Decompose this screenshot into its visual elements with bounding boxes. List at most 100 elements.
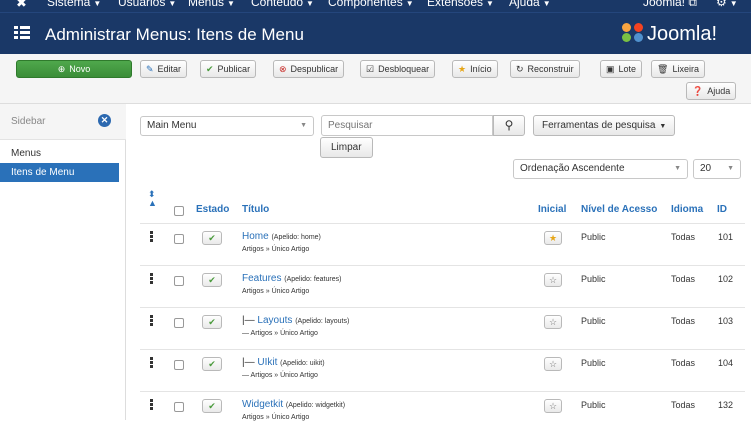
- edit-button[interactable]: ✎ Editar: [140, 60, 188, 78]
- header-title[interactable]: Título: [242, 204, 269, 215]
- rebuild-button[interactable]: ↻ Reconstruir: [510, 60, 580, 78]
- table-row: ✔ Features (Apelido: features) Artigos »…: [140, 265, 745, 307]
- drag-handle-icon[interactable]: [150, 357, 153, 368]
- joomla-menu-icon[interactable]: ✖: [16, 0, 27, 11]
- button-label: Desbloquear: [378, 64, 430, 74]
- menu-ajuda[interactable]: Ajuda ▼: [509, 0, 551, 9]
- row-checkbox[interactable]: [174, 360, 184, 370]
- search-tools-button[interactable]: Ferramentas de pesquisa ▼: [533, 115, 676, 136]
- row-checkbox[interactable]: [174, 402, 184, 412]
- unlock-button[interactable]: ☑ Desbloquear: [360, 60, 436, 78]
- caret-down-icon: ▼: [486, 0, 494, 8]
- question-icon: ❓: [692, 86, 704, 96]
- page-title: Administrar Menus: Itens de Menu: [45, 25, 304, 44]
- sort-icon[interactable]: ⬍ ▲: [148, 190, 157, 208]
- limit-select[interactable]: 20 ▼: [693, 159, 741, 179]
- star-outline-icon: ☆: [548, 275, 558, 285]
- chevron-down-icon: ▼: [300, 122, 307, 129]
- published-toggle[interactable]: ✔: [202, 315, 222, 329]
- plus-circle-icon: ⊕: [57, 64, 66, 74]
- edit-icon: ✎: [146, 64, 154, 74]
- sidebar-item-menu-items[interactable]: Itens de Menu: [0, 163, 119, 182]
- drag-handle-icon[interactable]: [150, 399, 153, 410]
- help-button[interactable]: ❓ Ajuda: [686, 82, 737, 100]
- default-home-toggle[interactable]: ☆: [544, 399, 562, 413]
- menu-usuarios[interactable]: Usuários ▼: [118, 0, 176, 9]
- item-alias: (Apelido: layouts): [295, 318, 350, 325]
- ordering-select[interactable]: Ordenação Ascendente ▼: [513, 159, 688, 179]
- header-status[interactable]: Estado: [196, 204, 229, 215]
- published-toggle[interactable]: ✔: [202, 231, 222, 245]
- gear-icon[interactable]: ⚙ ▼: [716, 0, 738, 9]
- view-site-link[interactable]: Joomla! ⧉: [643, 0, 697, 10]
- trash-button[interactable]: 🗑 Lixeira: [651, 60, 705, 78]
- sidebar-title: Sidebar: [11, 116, 46, 127]
- home-button[interactable]: ★ Início: [452, 60, 498, 78]
- menu-sistema[interactable]: Sistema ▼: [47, 0, 101, 9]
- item-title-link[interactable]: Widgetkit: [242, 399, 283, 410]
- page-header: Administrar Menus: Itens de Menu Joomla!: [0, 12, 751, 54]
- star-icon: ★: [458, 64, 467, 74]
- item-access: Public: [581, 316, 606, 326]
- item-title-link[interactable]: UIkit: [257, 357, 277, 368]
- default-home-toggle[interactable]: ☆: [544, 357, 562, 371]
- item-id: 102: [718, 274, 734, 284]
- select-all-checkbox[interactable]: [174, 206, 184, 216]
- published-toggle[interactable]: ✔: [202, 399, 222, 413]
- drag-handle-icon[interactable]: [150, 315, 153, 326]
- item-id: 104: [718, 358, 734, 368]
- default-home-toggle[interactable]: ☆: [544, 273, 562, 287]
- check-icon: ✔: [206, 64, 214, 74]
- table-row: ✔ Home (Apelido: home) Artigos » Único A…: [140, 223, 745, 265]
- batch-button[interactable]: ▣ Lote: [600, 60, 643, 78]
- search-icon: ⚲: [504, 118, 514, 132]
- button-label: Lixeira: [672, 64, 699, 74]
- button-label: Lote: [618, 64, 637, 74]
- clear-button[interactable]: Limpar: [320, 137, 373, 158]
- menu-extensoes[interactable]: Extensões ▼: [427, 0, 494, 9]
- menu-menus[interactable]: Menus ▼: [188, 0, 235, 9]
- item-title: Widgetkit (Apelido: widgetkit): [242, 399, 345, 410]
- caret-down-icon: ▼: [93, 0, 102, 8]
- row-checkbox[interactable]: [174, 318, 184, 328]
- menu-label: Menus: [188, 0, 225, 9]
- header-id[interactable]: ID: [717, 204, 727, 215]
- menu-select[interactable]: Main Menu ▼: [140, 116, 314, 136]
- trash-icon: 🗑: [657, 64, 669, 74]
- menu-label: Extensões: [427, 0, 484, 9]
- search-button[interactable]: ⚲: [493, 115, 525, 136]
- search-input[interactable]: [321, 115, 493, 136]
- new-button[interactable]: ⊕ Novo: [16, 60, 132, 78]
- menu-label: Conteúdo: [251, 0, 304, 9]
- header-home[interactable]: Inicial: [538, 204, 566, 215]
- published-toggle[interactable]: ✔: [202, 357, 222, 371]
- row-checkbox[interactable]: [174, 276, 184, 286]
- close-icon[interactable]: ✕: [98, 114, 111, 127]
- drag-handle-icon[interactable]: [150, 273, 153, 284]
- button-label: Novo: [69, 64, 91, 74]
- item-language: Todas: [671, 358, 696, 368]
- default-home-toggle[interactable]: ★: [544, 231, 562, 245]
- published-toggle[interactable]: ✔: [202, 273, 222, 287]
- item-language: Todas: [671, 316, 696, 326]
- check-icon: ✔: [208, 401, 216, 411]
- header-language[interactable]: Idioma: [671, 204, 703, 215]
- sidebar-item-menus[interactable]: Menus: [0, 144, 119, 163]
- item-title-link[interactable]: Home: [242, 231, 269, 242]
- button-label: Limpar: [331, 142, 362, 153]
- item-title-link[interactable]: Features: [242, 273, 281, 284]
- button-label: Publicar: [217, 64, 251, 74]
- default-home-toggle[interactable]: ☆: [544, 315, 562, 329]
- unpublish-button[interactable]: ⊗ Despublicar: [273, 60, 345, 78]
- menu-conteudo[interactable]: Conteúdo ▼: [251, 0, 314, 9]
- menu-componentes[interactable]: Componentes ▼: [328, 0, 414, 9]
- item-id: 103: [718, 316, 734, 326]
- button-label: Ajuda: [707, 86, 731, 96]
- item-title-link[interactable]: Layouts: [257, 315, 292, 326]
- caret-down-icon: ▼: [659, 123, 667, 130]
- publish-button[interactable]: ✔ Publicar: [200, 60, 257, 78]
- star-outline-icon: ☆: [548, 359, 558, 369]
- row-checkbox[interactable]: [174, 234, 184, 244]
- drag-handle-icon[interactable]: [150, 231, 153, 242]
- header-access[interactable]: Nível de Acesso: [581, 204, 657, 215]
